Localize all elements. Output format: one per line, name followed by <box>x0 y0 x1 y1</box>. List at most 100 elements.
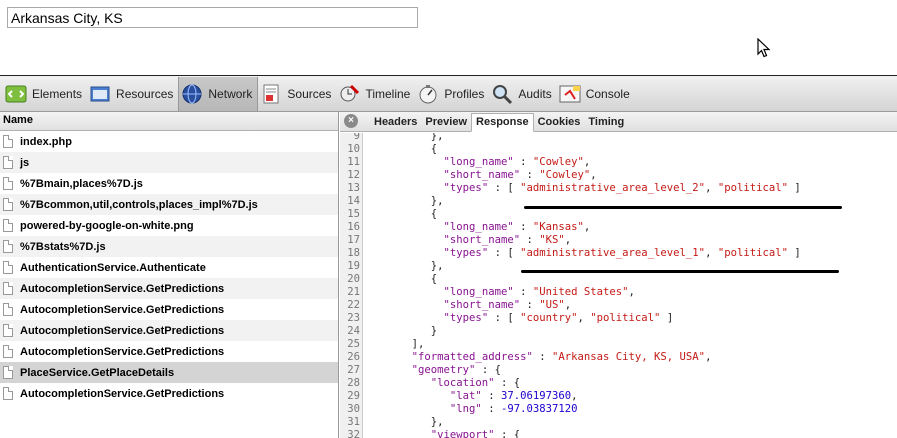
name-column-header[interactable]: Name <box>0 112 338 131</box>
toolbar-console-button[interactable]: Console <box>557 77 635 111</box>
request-name: %7Bmain,places%7D.js <box>20 177 143 190</box>
tab-timing[interactable]: Timing <box>584 114 628 131</box>
line-number: 26 <box>347 351 360 363</box>
request-row[interactable]: js <box>0 152 338 173</box>
line-number: 29 <box>347 390 360 402</box>
toolbar-elements-button[interactable]: Elements <box>3 77 87 111</box>
profiles-icon <box>417 83 444 105</box>
code-line: 9 }, <box>340 133 897 143</box>
toolbar-profiles-button[interactable]: Profiles <box>415 77 489 111</box>
code-line: 18 "types" : [ "administrative_area_leve… <box>340 247 897 260</box>
mouse-pointer-icon <box>757 38 771 58</box>
line-number: 27 <box>347 364 360 376</box>
toolbar-label: Audits <box>518 86 552 101</box>
response-body[interactable]: 9 }, 10 {11 "long_name" : "Cowley", 12 "sh… <box>340 133 897 438</box>
line-number: 31 <box>347 416 360 428</box>
toolbar-timeline-button[interactable]: Timeline <box>336 77 415 111</box>
location-search-input[interactable] <box>7 7 418 28</box>
code-text: "short_name" : "Cowley", <box>443 169 597 181</box>
code-text: }, <box>367 133 444 142</box>
line-number: 10 <box>347 143 360 155</box>
request-row[interactable]: index.php <box>0 131 338 152</box>
code-line: 16 "long_name" : "Kansas", <box>340 221 897 234</box>
request-row[interactable]: powered-by-google-on-white.png <box>0 215 338 236</box>
code-text: "long_name" : "Cowley", <box>443 156 591 168</box>
code-text: ], <box>367 338 425 350</box>
timeline-icon <box>338 83 365 105</box>
toolbar-label: Timeline <box>365 86 411 101</box>
toolbar-network-button[interactable]: Network <box>178 76 259 111</box>
request-row[interactable]: AutocompletionService.GetPredictions <box>0 320 338 341</box>
request-row[interactable]: AutocompletionService.GetPredictions <box>0 341 338 362</box>
code-text: "types" : [ "administrative_area_level_1… <box>443 247 801 259</box>
tab-response[interactable]: Response <box>471 113 534 132</box>
line-number: 20 <box>347 273 360 285</box>
code-line: 31 }, <box>340 416 897 429</box>
request-row[interactable]: %7Bcommon,util,controls,places_impl%7D.j… <box>0 194 338 215</box>
code-line: 12 "short_name" : "Cowley", <box>340 169 897 182</box>
code-line: 13 "types" : [ "administrative_area_leve… <box>340 182 897 195</box>
devtools-toolbar: Elements Resources Network Sources Timeline P… <box>0 76 897 112</box>
file-icon <box>3 345 13 358</box>
close-icon[interactable]: × <box>344 114 358 128</box>
file-icon <box>3 135 13 148</box>
request-row[interactable]: %7Bmain,places%7D.js <box>0 173 338 194</box>
line-number: 11 <box>347 156 360 168</box>
toolbar-audits-button[interactable]: Audits <box>489 77 556 111</box>
elements-icon <box>5 83 32 105</box>
request-name: js <box>20 156 30 169</box>
line-number: 12 <box>347 169 360 181</box>
code-line: 23 "types" : [ "country", "political" ] <box>340 312 897 325</box>
line-number: 30 <box>347 403 360 415</box>
request-name: AutocompletionService.GetPredictions <box>20 324 225 337</box>
request-name: %7Bstats%7D.js <box>20 240 106 253</box>
file-icon <box>3 219 13 232</box>
code-line: 22 "short_name" : "US", <box>340 299 897 312</box>
request-name: index.php <box>20 135 72 148</box>
code-line: 32 "viewport" : { <box>340 429 897 438</box>
request-row[interactable]: AuthenticationService.Authenticate <box>0 257 338 278</box>
request-row[interactable]: %7Bstats%7D.js <box>0 236 338 257</box>
annotation-underline <box>521 270 839 273</box>
code-line: 20 { <box>340 273 897 286</box>
code-text: "lng" : -97.03837120 <box>449 403 578 415</box>
toolbar-sources-button[interactable]: Sources <box>258 77 336 111</box>
file-icon <box>3 198 13 211</box>
tab-headers[interactable]: Headers <box>370 114 421 131</box>
request-row[interactable]: PlaceService.GetPlaceDetails <box>0 362 338 383</box>
request-row[interactable]: AutocompletionService.GetPredictions <box>0 299 338 320</box>
code-line: 30 "lng" : -97.03837120 <box>340 403 897 416</box>
line-number: 14 <box>347 195 360 207</box>
tab-cookies[interactable]: Cookies <box>534 114 585 131</box>
file-icon <box>3 324 13 337</box>
file-icon <box>3 303 13 316</box>
toolbar-label: Elements <box>32 86 83 101</box>
network-request-list: Name index.php js %7Bmain,places%7D.js %7Bc… <box>0 112 339 438</box>
request-row[interactable]: AutocompletionService.GetPredictions <box>0 383 338 404</box>
audits-icon <box>491 83 518 105</box>
file-icon <box>3 261 13 274</box>
code-text: }, <box>367 260 444 272</box>
request-name: AutocompletionService.GetPredictions <box>20 387 225 400</box>
code-text: "location" : { <box>430 377 521 389</box>
code-text: "types" : [ "administrative_area_level_2… <box>443 182 801 194</box>
code-text: "formatted_address" : "Arkansas City, KS… <box>411 351 712 363</box>
toolbar-resources-button[interactable]: Resources <box>87 77 178 111</box>
code-text: { <box>367 273 438 285</box>
line-number: 23 <box>347 312 360 324</box>
request-name: powered-by-google-on-white.png <box>20 219 194 232</box>
line-number: 9 <box>353 133 360 142</box>
page-area <box>0 0 897 81</box>
line-number: 15 <box>347 208 360 220</box>
file-icon <box>3 282 13 295</box>
code-line: 28 "location" : { <box>340 377 897 390</box>
code-text: "types" : [ "country", "political" ] <box>443 312 674 324</box>
tab-preview[interactable]: Preview <box>421 114 471 131</box>
file-icon <box>3 156 13 169</box>
toolbar-label: Profiles <box>444 86 485 101</box>
line-number: 16 <box>347 221 360 233</box>
request-name: AutocompletionService.GetPredictions <box>20 282 225 295</box>
code-text: { <box>367 143 438 155</box>
console-icon <box>559 83 586 105</box>
request-row[interactable]: AutocompletionService.GetPredictions <box>0 278 338 299</box>
